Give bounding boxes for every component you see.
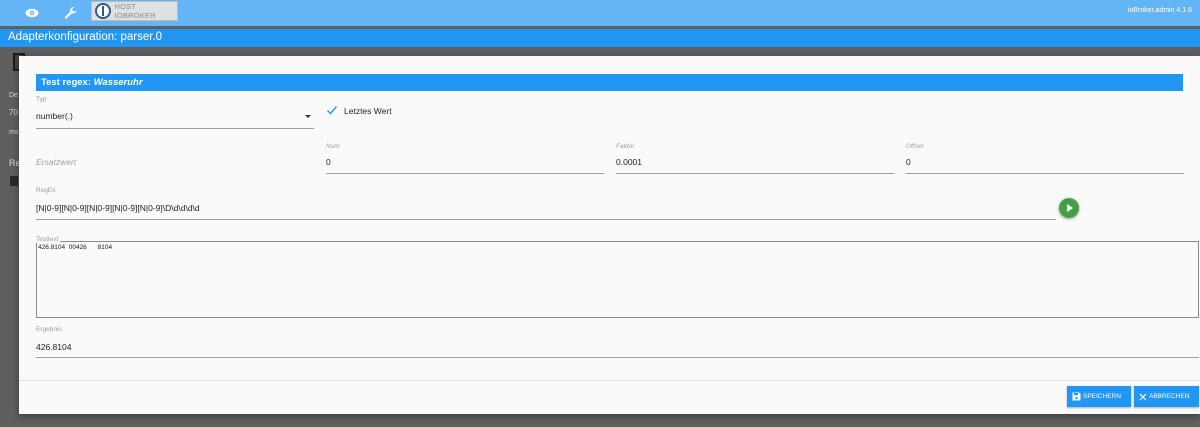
test-regex-dialog: Test regex: Wasseruhr Typ number(.) Letz… bbox=[19, 56, 1200, 414]
offset-value: 0 bbox=[906, 157, 911, 167]
checkmark-icon[interactable] bbox=[326, 104, 338, 116]
close-icon bbox=[1139, 393, 1147, 401]
ersatzwert-placeholder: Ersatzwert bbox=[36, 157, 77, 167]
ergebnis-field: 426.8104 bbox=[36, 337, 1199, 358]
ergebnis-underline bbox=[36, 357, 1199, 358]
offset-label: Offset bbox=[906, 143, 924, 150]
run-test-button[interactable] bbox=[1059, 198, 1079, 218]
background-text: De bbox=[9, 92, 18, 99]
faktor-underline bbox=[616, 173, 894, 174]
regex-label: RegEx bbox=[36, 187, 56, 194]
cancel-button[interactable]: ABBRECHEN bbox=[1134, 386, 1199, 407]
typ-value: number(.) bbox=[36, 111, 73, 121]
dialog-title-prefix: Test regex: bbox=[41, 77, 91, 88]
iobroker-logo-icon bbox=[95, 3, 111, 19]
num-field[interactable]: 0 bbox=[326, 153, 604, 174]
ersatzwert-field[interactable]: Ersatzwert bbox=[36, 152, 314, 174]
testtext-textarea[interactable]: Testtext 426.8104 00426 8104 bbox=[36, 236, 1199, 318]
save-button[interactable]: SPEICHERN bbox=[1067, 386, 1131, 407]
adapter-config-title: Adapterkonfiguration: parser.0 bbox=[0, 29, 1200, 47]
top-toolbar: HOST IOBROKER ioBroker.admin 4.1.6 bbox=[0, 0, 1200, 26]
dialog-title: Test regex: Wasseruhr bbox=[36, 74, 1183, 91]
ergebnis-value: 426.8104 bbox=[36, 342, 72, 352]
num-value: 0 bbox=[326, 157, 331, 167]
faktor-field[interactable]: 0.0001 bbox=[616, 153, 894, 174]
floppy-disk-icon bbox=[1072, 392, 1081, 401]
eye-icon[interactable] bbox=[22, 3, 42, 23]
ergebnis-label: Ergebnis bbox=[36, 326, 62, 333]
faktor-value: 0.0001 bbox=[616, 157, 642, 167]
faktor-label: Faktor bbox=[616, 143, 635, 150]
background-block bbox=[10, 176, 18, 186]
offset-field[interactable]: 0 bbox=[906, 153, 1184, 174]
host-button-label: HOST IOBROKER bbox=[114, 2, 156, 20]
version-label: ioBroker.admin 4.1.6 bbox=[1127, 7, 1192, 14]
dropdown-arrow-icon bbox=[305, 115, 311, 118]
host-selector-button[interactable]: HOST IOBROKER bbox=[91, 1, 178, 21]
regex-field[interactable]: [N|0-9][N|0-9][N|0-9][N|0-9][N|0-9]\D\d\… bbox=[36, 198, 1056, 220]
dialog-title-name: Wasseruhr bbox=[93, 77, 143, 88]
typ-underline bbox=[36, 128, 314, 129]
dialog-divider bbox=[19, 380, 1200, 381]
num-label: Num bbox=[326, 143, 340, 150]
background-text: ms bbox=[9, 129, 19, 136]
regex-underline bbox=[36, 219, 1056, 220]
cancel-button-label: ABBRECHEN bbox=[1149, 393, 1190, 400]
testtext-label: Testtext bbox=[36, 236, 61, 243]
play-icon bbox=[1067, 204, 1073, 212]
typ-label: Typ bbox=[36, 96, 47, 103]
testtext-value: 426.8104 00426 8104 bbox=[38, 244, 113, 251]
wrench-icon[interactable] bbox=[61, 3, 81, 23]
offset-underline bbox=[906, 173, 1184, 174]
typ-select[interactable]: number(.) bbox=[36, 106, 314, 129]
num-underline bbox=[326, 173, 604, 174]
save-button-label: SPEICHERN bbox=[1083, 393, 1121, 400]
background-text: 70 bbox=[9, 108, 18, 117]
letztes-wert-label[interactable]: Letztes Wert bbox=[344, 106, 392, 116]
regex-value: [N|0-9][N|0-9][N|0-9][N|0-9][N|0-9]\D\d\… bbox=[36, 203, 200, 213]
